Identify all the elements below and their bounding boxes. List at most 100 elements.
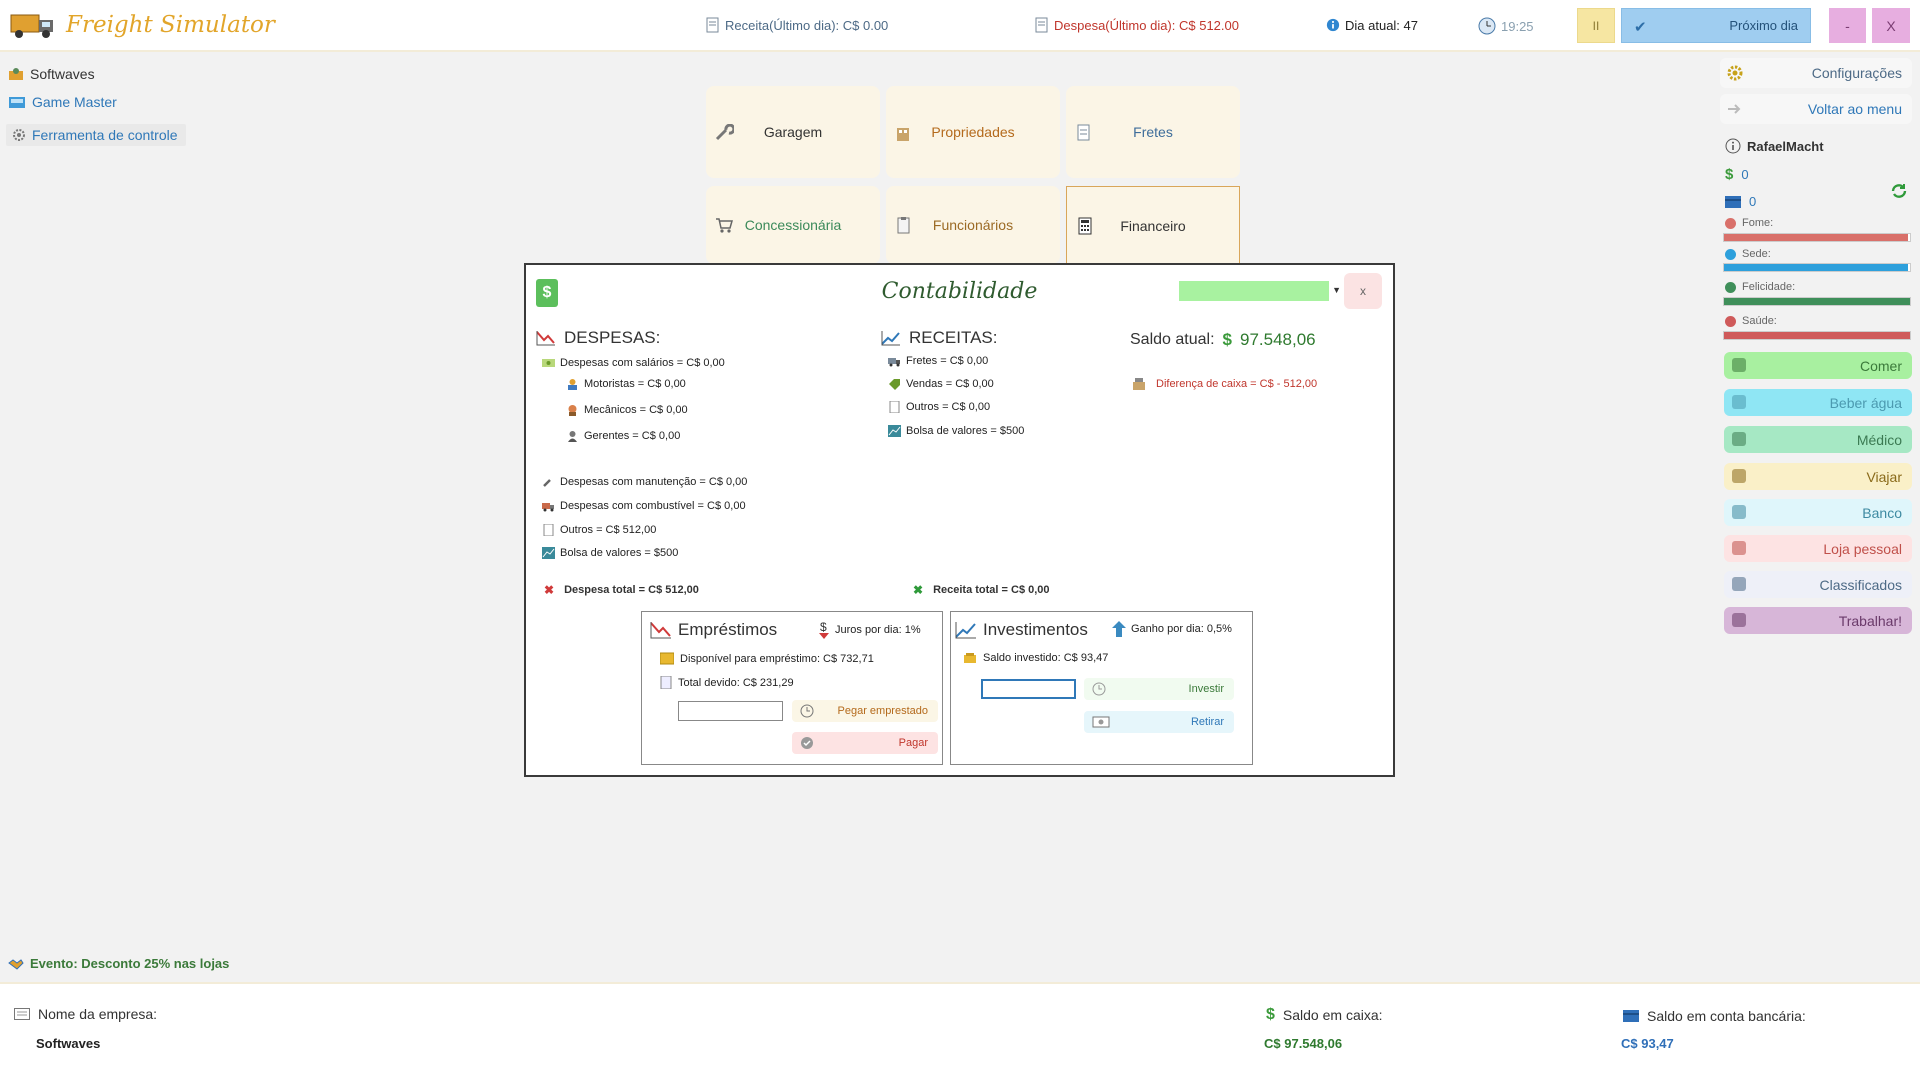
- pay-button[interactable]: Pagar: [792, 732, 938, 754]
- loan-owed: Total devido: C$ 231,29: [660, 676, 794, 689]
- driver-icon: [568, 379, 577, 390]
- document-icon: [706, 17, 719, 33]
- classifieds-icon: [1732, 577, 1746, 591]
- expense-maintenance: Despesas com manutenção = C$ 0,00: [542, 476, 747, 488]
- action-button-4[interactable]: Banco: [1724, 499, 1912, 526]
- loans-title: Empréstimos: [650, 620, 777, 640]
- arrow-right-icon: [1728, 104, 1741, 114]
- action-button-0[interactable]: Comer: [1724, 352, 1912, 379]
- expense-managers: Gerentes = C$ 0,00: [566, 430, 680, 442]
- dialog-close-button[interactable]: x: [1344, 273, 1382, 309]
- investment-amount-input[interactable]: [981, 679, 1076, 699]
- clock-icon: [800, 704, 814, 718]
- action-button-2[interactable]: Médico: [1724, 426, 1912, 453]
- event-text: Evento: Desconto 25% nas lojas: [30, 956, 230, 971]
- work-icon: [1732, 613, 1746, 627]
- action-button-7[interactable]: Trabalhar!: [1724, 607, 1912, 634]
- action-button-label: Loja pessoal: [1823, 540, 1902, 557]
- stat-label-3: Saúde:: [1725, 315, 1777, 327]
- revenue-text: Receita(Último dia): C$ 0.00: [725, 17, 889, 33]
- card-icon: [1725, 195, 1741, 208]
- stat-bar-3: [1723, 331, 1911, 340]
- stat-label-0: Fome:: [1725, 217, 1773, 229]
- document-icon: [1077, 124, 1090, 141]
- pause-button[interactable]: II: [1577, 8, 1615, 43]
- company-name-label-group: Nome da empresa:: [14, 1006, 157, 1022]
- expense-drivers-text: Motoristas = C$ 0,00: [584, 378, 686, 390]
- invested-balance: Saldo investido: C$ 93,47: [963, 652, 1108, 664]
- current-balance: Saldo atual: $ 97.548,06: [1130, 330, 1316, 350]
- action-button-5[interactable]: Loja pessoal: [1724, 535, 1912, 562]
- money-bag-icon: [964, 653, 976, 663]
- cash-balance-label: Saldo em caixa:: [1282, 1007, 1383, 1023]
- loan-amount-input[interactable]: [678, 701, 783, 721]
- refresh-icon[interactable]: [1890, 182, 1908, 200]
- calculator-icon: [1078, 217, 1092, 235]
- accounting-dialog: $ Contabilidade ▼ x DESPESAS: Despesas c…: [524, 263, 1395, 777]
- check-circle-icon: [801, 737, 813, 749]
- manager-icon: [568, 431, 577, 442]
- company-icon: [9, 68, 23, 80]
- cart-icon: [716, 218, 733, 233]
- trend-up-icon: [881, 331, 900, 346]
- stat-label-1: Sede:: [1725, 248, 1771, 260]
- tile-dealership[interactable]: Concessionária: [706, 186, 880, 264]
- settings-button[interactable]: Configurações: [1720, 58, 1912, 88]
- stat-label-text: Sede:: [1742, 248, 1771, 260]
- total-expense-text: Despesa total = C$ 512,00: [564, 584, 699, 596]
- tile-garage[interactable]: Garagem: [706, 86, 880, 178]
- expense-salaries: Despesas com salários = C$ 0,00: [542, 357, 725, 369]
- top-bar: Freight Simulator Receita(Último dia): C…: [0, 0, 1920, 52]
- action-button-1[interactable]: Beber água: [1724, 389, 1912, 416]
- action-button-3[interactable]: Viajar: [1724, 463, 1912, 490]
- stat-bar-1: [1723, 263, 1911, 272]
- tile-freight[interactable]: Fretes: [1066, 86, 1240, 178]
- revenue-last-day: Receita(Último dia): C$ 0.00: [706, 17, 888, 33]
- expense-stocks: Bolsa de valores = $500: [542, 547, 678, 559]
- tile-finance[interactable]: Financeiro: [1066, 186, 1240, 264]
- investments-title: Investimentos: [955, 620, 1088, 640]
- sidebar-item-softwaves[interactable]: Softwaves: [8, 66, 95, 82]
- action-button-label: Viajar: [1866, 468, 1902, 485]
- revenues-section-title: RECEITAS:: [881, 328, 997, 348]
- sidebar-item-control-tool[interactable]: Ferramenta de controle: [6, 124, 186, 146]
- total-expense: ✖ Despesa total = C$ 512,00: [544, 583, 699, 597]
- expense-text: Despesa(Último dia): C$ 512.00: [1054, 17, 1239, 33]
- loan-interest-rate: $ Juros por dia: 1%: [817, 620, 921, 640]
- cash-balance-label-group: $ Saldo em caixa:: [1266, 1006, 1383, 1024]
- expense-others: Outros = C$ 512,00: [542, 524, 656, 536]
- bank-balance-label-group: Saldo em conta bancária:: [1623, 1008, 1806, 1024]
- action-button-6[interactable]: Classificados: [1724, 571, 1912, 598]
- invest-button[interactable]: Investir: [1084, 678, 1234, 700]
- document-icon: [889, 401, 900, 413]
- revenue-others: Outros = C$ 0,00: [888, 401, 990, 413]
- up-arrow-icon: [1112, 621, 1126, 637]
- back-to-menu-label: Voltar ao menu: [1807, 101, 1902, 117]
- stat-label-text: Felicidade:: [1742, 281, 1796, 293]
- dollar-icon: $: [1266, 1006, 1275, 1023]
- game-master-icon: [9, 97, 25, 108]
- total-revenue-text: Receita total = C$ 0,00: [933, 584, 1050, 596]
- document-icon: [1035, 17, 1048, 33]
- back-to-menu-button[interactable]: Voltar ao menu: [1720, 94, 1912, 124]
- stock-chart-icon: [542, 547, 555, 559]
- x-mark-icon: ✖: [544, 583, 555, 597]
- invested-balance-text: Saldo investido: C$ 93,47: [983, 652, 1109, 664]
- borrow-button[interactable]: Pegar emprestado: [792, 700, 938, 722]
- revenue-freight: Fretes = C$ 0,00: [888, 355, 988, 367]
- stat-bar-fill: [1724, 332, 1910, 339]
- tile-employees[interactable]: Funcionários: [886, 186, 1060, 264]
- total-revenue: ✖ Receita total = C$ 0,00: [913, 583, 1050, 597]
- current-balance-value: 97.548,06: [1239, 330, 1316, 349]
- info-outline-icon: [1725, 138, 1741, 154]
- next-day-button[interactable]: ✔ Próximo dia: [1621, 8, 1811, 43]
- withdraw-button[interactable]: Retirar: [1084, 711, 1234, 733]
- minimize-button[interactable]: -: [1829, 8, 1866, 43]
- sidebar-item-game-master[interactable]: Game Master: [8, 94, 117, 110]
- period-select[interactable]: ▼: [1179, 281, 1341, 301]
- stat-label-2: Felicidade:: [1725, 281, 1795, 293]
- close-window-button[interactable]: X: [1872, 8, 1910, 43]
- stat-icon: [1725, 217, 1736, 229]
- tile-properties[interactable]: Propriedades: [886, 86, 1060, 178]
- money-icon: [542, 359, 555, 367]
